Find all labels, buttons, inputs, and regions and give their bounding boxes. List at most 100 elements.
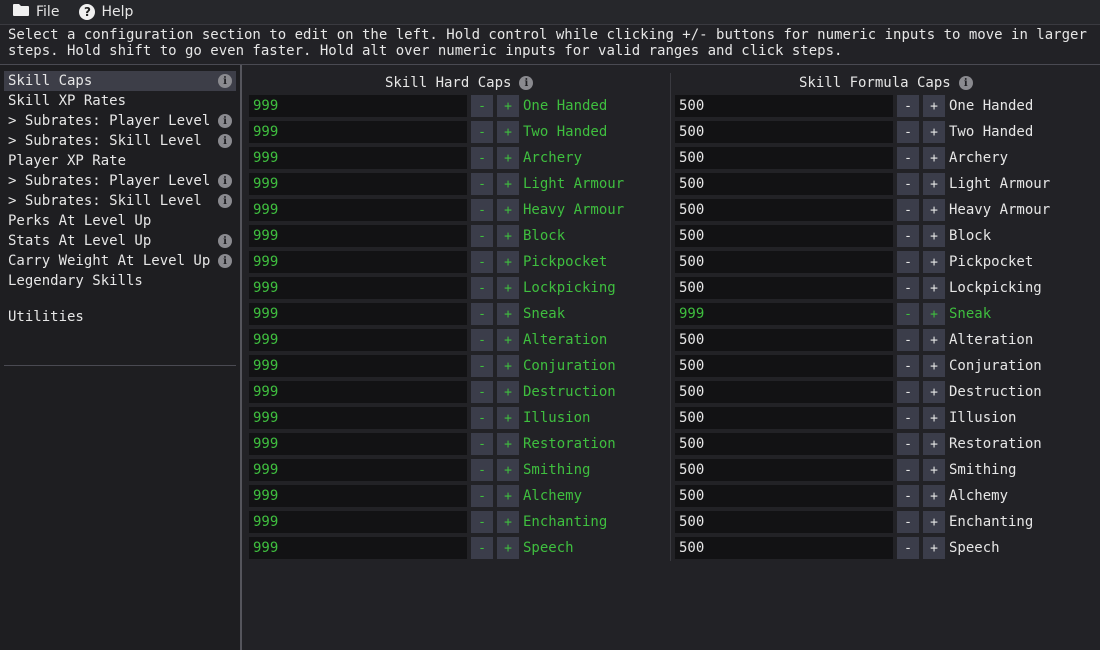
increment-button[interactable]: + bbox=[923, 121, 945, 143]
decrement-button[interactable]: - bbox=[471, 95, 493, 117]
sidebar-item[interactable]: Skill XP Rates bbox=[4, 91, 236, 111]
decrement-button[interactable]: - bbox=[897, 355, 919, 377]
sidebar-item[interactable]: > Subrates: Skill Level i bbox=[4, 131, 236, 151]
formula-cap-value-input[interactable]: 500 bbox=[675, 251, 893, 273]
decrement-button[interactable]: - bbox=[471, 381, 493, 403]
decrement-button[interactable]: - bbox=[471, 199, 493, 221]
decrement-button[interactable]: - bbox=[471, 537, 493, 559]
hard-cap-value-input[interactable]: 999 bbox=[249, 485, 467, 507]
increment-button[interactable]: + bbox=[923, 407, 945, 429]
decrement-button[interactable]: - bbox=[897, 225, 919, 247]
increment-button[interactable]: + bbox=[923, 433, 945, 455]
decrement-button[interactable]: - bbox=[897, 485, 919, 507]
formula-cap-value-input[interactable]: 500 bbox=[675, 121, 893, 143]
decrement-button[interactable]: - bbox=[897, 173, 919, 195]
info-icon[interactable]: i bbox=[519, 76, 534, 90]
sidebar-item[interactable]: Skill Caps i bbox=[4, 71, 236, 91]
increment-button[interactable]: + bbox=[497, 199, 519, 221]
decrement-button[interactable]: - bbox=[471, 459, 493, 481]
increment-button[interactable]: + bbox=[923, 459, 945, 481]
hard-cap-value-input[interactable]: 999 bbox=[249, 121, 467, 143]
help-menu[interactable]: ? Help bbox=[67, 0, 141, 24]
increment-button[interactable]: + bbox=[923, 277, 945, 299]
sidebar-item[interactable]: > Subrates: Skill Level i bbox=[4, 191, 236, 211]
hard-cap-value-input[interactable]: 999 bbox=[249, 459, 467, 481]
info-icon[interactable]: i bbox=[958, 76, 973, 90]
increment-button[interactable]: + bbox=[497, 381, 519, 403]
decrement-button[interactable]: - bbox=[897, 459, 919, 481]
decrement-button[interactable]: - bbox=[471, 251, 493, 273]
info-icon[interactable]: i bbox=[218, 174, 232, 188]
formula-cap-value-input[interactable]: 999 bbox=[675, 303, 893, 325]
decrement-button[interactable]: - bbox=[897, 199, 919, 221]
formula-cap-value-input[interactable]: 500 bbox=[675, 459, 893, 481]
info-icon[interactable]: i bbox=[218, 254, 232, 268]
hard-cap-value-input[interactable]: 999 bbox=[249, 147, 467, 169]
decrement-button[interactable]: - bbox=[897, 381, 919, 403]
hard-cap-value-input[interactable]: 999 bbox=[249, 511, 467, 533]
formula-cap-value-input[interactable]: 500 bbox=[675, 537, 893, 559]
hard-cap-value-input[interactable]: 999 bbox=[249, 355, 467, 377]
sidebar-item[interactable]: Carry Weight At Level Up i bbox=[4, 251, 236, 271]
increment-button[interactable]: + bbox=[923, 485, 945, 507]
increment-button[interactable]: + bbox=[923, 381, 945, 403]
hard-cap-value-input[interactable]: 999 bbox=[249, 173, 467, 195]
increment-button[interactable]: + bbox=[497, 329, 519, 351]
info-icon[interactable]: i bbox=[218, 114, 232, 128]
hard-cap-value-input[interactable]: 999 bbox=[249, 277, 467, 299]
decrement-button[interactable]: - bbox=[897, 329, 919, 351]
formula-cap-value-input[interactable]: 500 bbox=[675, 95, 893, 117]
decrement-button[interactable]: - bbox=[471, 407, 493, 429]
increment-button[interactable]: + bbox=[923, 225, 945, 247]
sidebar-item[interactable]: Perks At Level Up bbox=[4, 211, 236, 231]
increment-button[interactable]: + bbox=[923, 173, 945, 195]
sidebar-item[interactable]: > Subrates: Player Level i bbox=[4, 111, 236, 131]
hard-cap-value-input[interactable]: 999 bbox=[249, 199, 467, 221]
decrement-button[interactable]: - bbox=[897, 303, 919, 325]
decrement-button[interactable]: - bbox=[471, 485, 493, 507]
increment-button[interactable]: + bbox=[497, 225, 519, 247]
increment-button[interactable]: + bbox=[923, 329, 945, 351]
formula-cap-value-input[interactable]: 500 bbox=[675, 407, 893, 429]
decrement-button[interactable]: - bbox=[897, 407, 919, 429]
increment-button[interactable]: + bbox=[497, 485, 519, 507]
decrement-button[interactable]: - bbox=[897, 121, 919, 143]
formula-cap-value-input[interactable]: 500 bbox=[675, 173, 893, 195]
increment-button[interactable]: + bbox=[923, 537, 945, 559]
increment-button[interactable]: + bbox=[923, 199, 945, 221]
hard-cap-value-input[interactable]: 999 bbox=[249, 537, 467, 559]
info-icon[interactable]: i bbox=[218, 74, 232, 88]
increment-button[interactable]: + bbox=[923, 303, 945, 325]
hard-cap-value-input[interactable]: 999 bbox=[249, 303, 467, 325]
hard-cap-value-input[interactable]: 999 bbox=[249, 251, 467, 273]
decrement-button[interactable]: - bbox=[471, 355, 493, 377]
formula-cap-value-input[interactable]: 500 bbox=[675, 433, 893, 455]
increment-button[interactable]: + bbox=[497, 407, 519, 429]
formula-cap-value-input[interactable]: 500 bbox=[675, 147, 893, 169]
sidebar-item[interactable]: Stats At Level Up i bbox=[4, 231, 236, 251]
increment-button[interactable]: + bbox=[923, 511, 945, 533]
decrement-button[interactable]: - bbox=[897, 537, 919, 559]
increment-button[interactable]: + bbox=[923, 95, 945, 117]
formula-cap-value-input[interactable]: 500 bbox=[675, 199, 893, 221]
decrement-button[interactable]: - bbox=[471, 121, 493, 143]
decrement-button[interactable]: - bbox=[897, 147, 919, 169]
decrement-button[interactable]: - bbox=[471, 329, 493, 351]
decrement-button[interactable]: - bbox=[471, 511, 493, 533]
formula-cap-value-input[interactable]: 500 bbox=[675, 277, 893, 299]
decrement-button[interactable]: - bbox=[897, 95, 919, 117]
file-menu[interactable]: File bbox=[0, 0, 67, 24]
increment-button[interactable]: + bbox=[497, 303, 519, 325]
info-icon[interactable]: i bbox=[218, 194, 232, 208]
increment-button[interactable]: + bbox=[497, 277, 519, 299]
increment-button[interactable]: + bbox=[923, 355, 945, 377]
sidebar-item[interactable]: > Subrates: Player Level i bbox=[4, 171, 236, 191]
decrement-button[interactable]: - bbox=[471, 173, 493, 195]
increment-button[interactable]: + bbox=[497, 355, 519, 377]
increment-button[interactable]: + bbox=[923, 251, 945, 273]
increment-button[interactable]: + bbox=[497, 459, 519, 481]
increment-button[interactable]: + bbox=[497, 251, 519, 273]
increment-button[interactable]: + bbox=[497, 95, 519, 117]
formula-cap-value-input[interactable]: 500 bbox=[675, 511, 893, 533]
decrement-button[interactable]: - bbox=[471, 147, 493, 169]
